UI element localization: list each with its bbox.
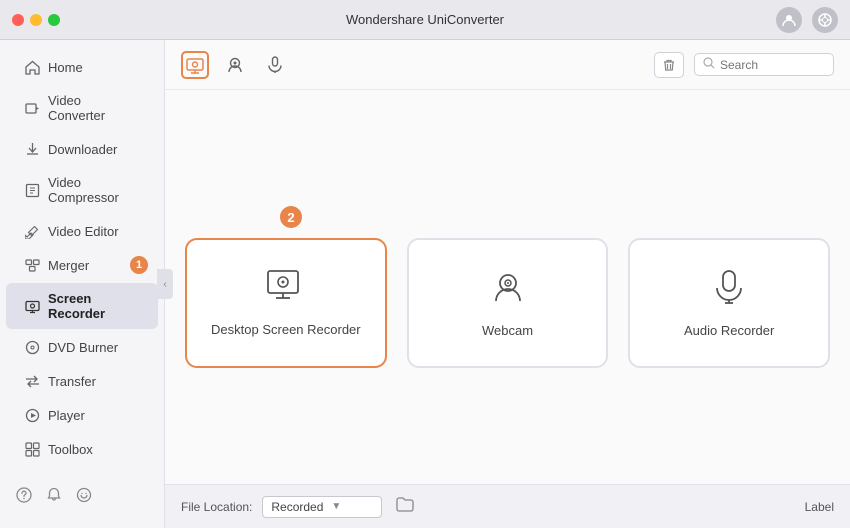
file-location-select[interactable]: Recorded ▼ xyxy=(262,496,382,518)
sidebar-label-video-editor: Video Editor xyxy=(48,224,119,239)
sidebar: Home Video Converter Downloader Video Co… xyxy=(0,40,165,528)
maximize-button[interactable] xyxy=(48,14,60,26)
sidebar-label-toolbox: Toolbox xyxy=(48,442,93,457)
dvd-burner-icon xyxy=(24,339,40,355)
desktop-screen-recorder-card[interactable]: Desktop Screen Recorder xyxy=(185,238,387,368)
titlebar-actions xyxy=(776,7,838,33)
sidebar-collapse-button[interactable]: ‹ xyxy=(157,269,173,299)
select-arrow-icon: ▼ xyxy=(331,501,341,512)
webcam-recorder-label: Webcam xyxy=(482,323,533,338)
video-converter-icon xyxy=(24,100,40,116)
sidebar-item-home[interactable]: Home xyxy=(6,51,158,83)
audio-recorder-icon xyxy=(711,269,747,313)
trash-button[interactable] xyxy=(654,52,684,78)
support-icon[interactable] xyxy=(812,7,838,33)
close-button[interactable] xyxy=(12,14,24,26)
webcam-recorder-card[interactable]: Webcam xyxy=(407,238,609,368)
content-area: 2 Desktop Screen Recorder xyxy=(165,40,850,528)
sidebar-item-video-converter[interactable]: Video Converter xyxy=(6,85,158,131)
downloader-icon xyxy=(24,141,40,157)
audio-recorder-card[interactable]: Audio Recorder xyxy=(628,238,830,368)
sidebar-item-video-compressor[interactable]: Video Compressor xyxy=(6,167,158,213)
sidebar-item-toolbox[interactable]: Toolbox xyxy=(6,433,158,465)
sidebar-label-merger: Merger xyxy=(48,258,89,273)
screen-recorder-icon xyxy=(24,298,40,314)
desktop-recorder-icon xyxy=(266,269,306,312)
sidebar-label-video-compressor: Video Compressor xyxy=(48,175,140,205)
tab-audio[interactable] xyxy=(261,51,289,79)
player-icon xyxy=(24,407,40,423)
merger-icon xyxy=(24,257,40,273)
step-badge-2: 2 xyxy=(280,206,302,228)
desktop-recorder-label: Desktop Screen Recorder xyxy=(211,322,361,337)
sidebar-item-player[interactable]: Player xyxy=(6,399,158,431)
recorder-cards: Desktop Screen Recorder Webcam xyxy=(185,238,830,368)
sidebar-item-dvd-burner[interactable]: DVD Burner xyxy=(6,331,158,363)
sidebar-footer xyxy=(0,477,164,518)
sidebar-item-merger[interactable]: Merger 1 xyxy=(6,249,158,281)
sidebar-item-transfer[interactable]: Transfer xyxy=(6,365,158,397)
header-actions xyxy=(654,52,834,78)
search-input[interactable] xyxy=(720,58,825,72)
folder-icon[interactable] xyxy=(396,496,414,517)
user-avatar[interactable] xyxy=(776,7,802,33)
sidebar-label-screen-recorder: Screen Recorder xyxy=(48,291,140,321)
label-right: Label xyxy=(805,500,834,514)
sidebar-label-video-converter: Video Converter xyxy=(48,93,140,123)
titlebar: Wondershare UniConverter xyxy=(0,0,850,40)
window-controls xyxy=(12,14,60,26)
tab-screen-recorder[interactable] xyxy=(181,51,209,79)
sidebar-label-player: Player xyxy=(48,408,85,423)
sidebar-item-downloader[interactable]: Downloader xyxy=(6,133,158,165)
minimize-button[interactable] xyxy=(30,14,42,26)
file-location-label: File Location: xyxy=(181,500,252,514)
bell-icon[interactable] xyxy=(46,487,62,508)
video-compressor-icon xyxy=(24,182,40,198)
sidebar-label-dvd-burner: DVD Burner xyxy=(48,340,118,355)
tab-icons xyxy=(181,51,289,79)
sidebar-label-home: Home xyxy=(48,60,83,75)
search-icon xyxy=(703,57,715,72)
sidebar-item-screen-recorder[interactable]: Screen Recorder xyxy=(6,283,158,329)
video-editor-icon xyxy=(24,223,40,239)
content-body: 2 Desktop Screen Recorder xyxy=(165,90,850,484)
search-box[interactable] xyxy=(694,53,834,76)
webcam-icon xyxy=(490,269,526,313)
help-icon[interactable] xyxy=(16,487,32,508)
sidebar-label-downloader: Downloader xyxy=(48,142,117,157)
feedback-icon[interactable] xyxy=(76,487,92,508)
file-location-value: Recorded xyxy=(271,500,323,514)
audio-recorder-label: Audio Recorder xyxy=(684,323,774,338)
toolbox-icon xyxy=(24,441,40,457)
badge-number: 2 xyxy=(280,206,302,228)
sidebar-label-transfer: Transfer xyxy=(48,374,96,389)
merger-badge: 1 xyxy=(130,256,148,274)
transfer-icon xyxy=(24,373,40,389)
tab-webcam[interactable] xyxy=(221,51,249,79)
content-header xyxy=(165,40,850,90)
main-layout: Home Video Converter Downloader Video Co… xyxy=(0,40,850,528)
app-title: Wondershare UniConverter xyxy=(346,12,504,27)
sidebar-item-video-editor[interactable]: Video Editor xyxy=(6,215,158,247)
content-footer: File Location: Recorded ▼ Label xyxy=(165,484,850,528)
home-icon xyxy=(24,59,40,75)
